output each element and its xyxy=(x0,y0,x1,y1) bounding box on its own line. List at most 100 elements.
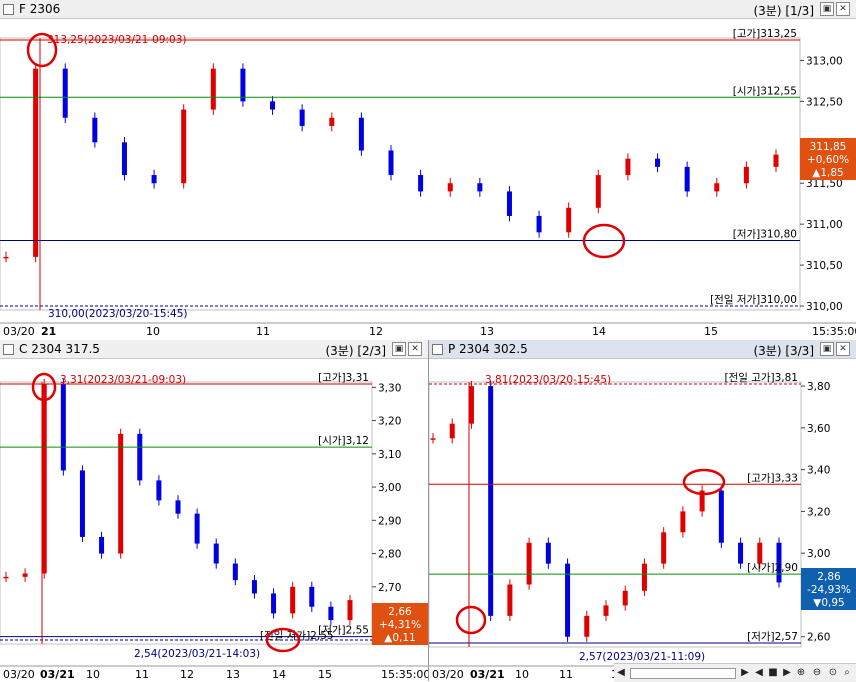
close-icon[interactable]: ✕ xyxy=(836,342,850,356)
candle-body xyxy=(488,386,494,616)
candle-body xyxy=(536,215,542,233)
y-tick-label: 3,40 xyxy=(807,465,830,477)
panel-checkbox[interactable] xyxy=(3,4,14,15)
candle-body xyxy=(213,543,219,564)
candle-body xyxy=(3,256,9,259)
x-tick-label: 03/20 xyxy=(3,325,35,338)
candle-body xyxy=(526,542,532,585)
candle-body xyxy=(738,542,744,564)
y-tick-label: 311,50 xyxy=(806,178,843,190)
scroll-left-icon[interactable]: ◀ xyxy=(614,666,628,679)
candle-body xyxy=(328,606,334,621)
panel-checkbox[interactable] xyxy=(432,344,443,355)
price-annotation: 2,57(2023/03/21-11:09) xyxy=(579,651,705,663)
close-icon[interactable]: ✕ xyxy=(836,2,850,16)
candle-body xyxy=(175,500,181,514)
candle-body xyxy=(299,109,305,126)
candle-body xyxy=(210,68,216,110)
reference-line-label: [시가]2,90 xyxy=(747,562,798,574)
panel-checkbox[interactable] xyxy=(3,344,14,355)
stop-icon[interactable]: ■ xyxy=(766,666,780,679)
maximize-icon[interactable]: ▣ xyxy=(820,342,834,356)
candle-body xyxy=(565,563,571,637)
candle-body xyxy=(271,593,277,614)
candle-body xyxy=(118,433,124,554)
current-change: ▲0,11 xyxy=(384,632,415,644)
x-tick-label: 11 xyxy=(135,668,149,681)
candle-body xyxy=(3,576,9,579)
current-change: ▼0,95 xyxy=(813,597,844,609)
x-tick-label: 21 xyxy=(41,325,56,338)
chart-area[interactable]: 3,803,603,403,203,002,802,60[전일 고가]3,81[… xyxy=(429,358,856,681)
maximize-icon[interactable]: ▣ xyxy=(392,342,406,356)
zoom-in-icon[interactable]: ⊕ xyxy=(794,666,808,679)
y-tick-label: 313,00 xyxy=(806,55,843,67)
candle-body xyxy=(151,175,157,184)
chart-navigation-toolbar: ◀ ▶ ◀ ■ ▶ ⊕ ⊖ ⊙ ⌕ xyxy=(614,663,856,682)
y-tick-label: 3,00 xyxy=(807,548,830,560)
candle-body xyxy=(240,68,246,102)
candle-body xyxy=(507,584,513,616)
reference-line-label: [고가]3,31 xyxy=(318,372,369,384)
x-tick-label: 14 xyxy=(272,668,286,681)
scroll-slider[interactable] xyxy=(630,668,736,679)
page-next-icon[interactable]: ▶ xyxy=(780,666,794,679)
panel-period-info: (3분) [1/3] xyxy=(753,4,814,18)
candle-body xyxy=(121,142,127,176)
current-change-pct: +4,31% xyxy=(379,619,421,631)
search-icon[interactable]: ⌕ xyxy=(840,666,854,679)
x-tick-label: 15 xyxy=(704,325,718,338)
highlight-circle xyxy=(682,468,726,496)
candle-body xyxy=(329,117,335,126)
reference-line-label: [고가]313,25 xyxy=(733,28,797,40)
y-tick-label: 3,80 xyxy=(807,381,830,393)
price-annotation: 310,00(2023/03/20-15:45) xyxy=(48,308,188,320)
zoom-reset-icon[interactable]: ⊙ xyxy=(826,666,840,679)
maximize-icon[interactable]: ▣ xyxy=(820,2,834,16)
chart-area[interactable]: 3,303,203,103,002,902,802,702,60[고가]3,31… xyxy=(0,358,428,681)
candle-body xyxy=(584,615,590,637)
x-tick-label: 10 xyxy=(515,668,529,681)
current-price: 2,66 xyxy=(388,606,412,618)
candle-body xyxy=(506,191,512,216)
highlight-circle xyxy=(26,32,58,68)
candle-body xyxy=(418,175,424,192)
candle-body xyxy=(181,109,187,184)
chart-panel-p2304: P 2304 302.5 (3분) [3/3] ▣ ✕ 3,80 3,60 3,40… xyxy=(429,340,856,681)
current-change-pct: -24,93% xyxy=(807,584,851,596)
zoom-out-icon[interactable]: ⊖ xyxy=(810,666,824,679)
reference-line-label: [시가]3,12 xyxy=(318,435,369,447)
panel-titlebar: P 2304 302.5 (3분) [3/3] ▣ ✕ xyxy=(429,340,856,359)
candle-body xyxy=(655,158,661,167)
y-tick-label: 3,00 xyxy=(378,482,401,494)
candle-body xyxy=(22,573,28,577)
current-change-pct: +0,60% xyxy=(807,154,849,166)
reference-line-label: [저가]310,80 xyxy=(733,229,797,241)
current-price: 2,86 xyxy=(817,571,841,583)
panel-period-info: (3분) [3/3] xyxy=(753,344,814,358)
page-prev-icon[interactable]: ◀ xyxy=(752,666,766,679)
chart-area[interactable]: 313,00312,50312,00311,50311,00310,50310,… xyxy=(0,18,856,338)
price-annotation: 3,81(2023/03/20-15:45) xyxy=(485,374,611,386)
candle-body xyxy=(468,386,474,424)
x-tick-label: 11 xyxy=(256,325,270,338)
candle-body xyxy=(251,580,257,594)
y-tick-label: 3,60 xyxy=(807,423,830,435)
y-tick-label: 3,30 xyxy=(378,382,401,394)
plot-frame xyxy=(0,37,801,311)
plot-frame xyxy=(429,381,802,648)
y-tick-label: 311,00 xyxy=(806,219,843,231)
candle-body xyxy=(757,542,763,564)
y-tick-label: 3,20 xyxy=(378,416,401,428)
panel-symbol: C 2304 317.5 xyxy=(19,342,100,356)
candle-body xyxy=(714,183,720,192)
candle-body xyxy=(270,101,276,110)
close-icon[interactable]: ✕ xyxy=(408,342,422,356)
candle-body xyxy=(773,154,779,167)
candle-body xyxy=(566,207,572,233)
candle-body xyxy=(430,438,436,440)
x-tick-label: 12 xyxy=(180,668,194,681)
candle-body xyxy=(99,536,105,554)
plot-frame xyxy=(0,381,373,645)
scroll-right-icon[interactable]: ▶ xyxy=(738,666,752,679)
